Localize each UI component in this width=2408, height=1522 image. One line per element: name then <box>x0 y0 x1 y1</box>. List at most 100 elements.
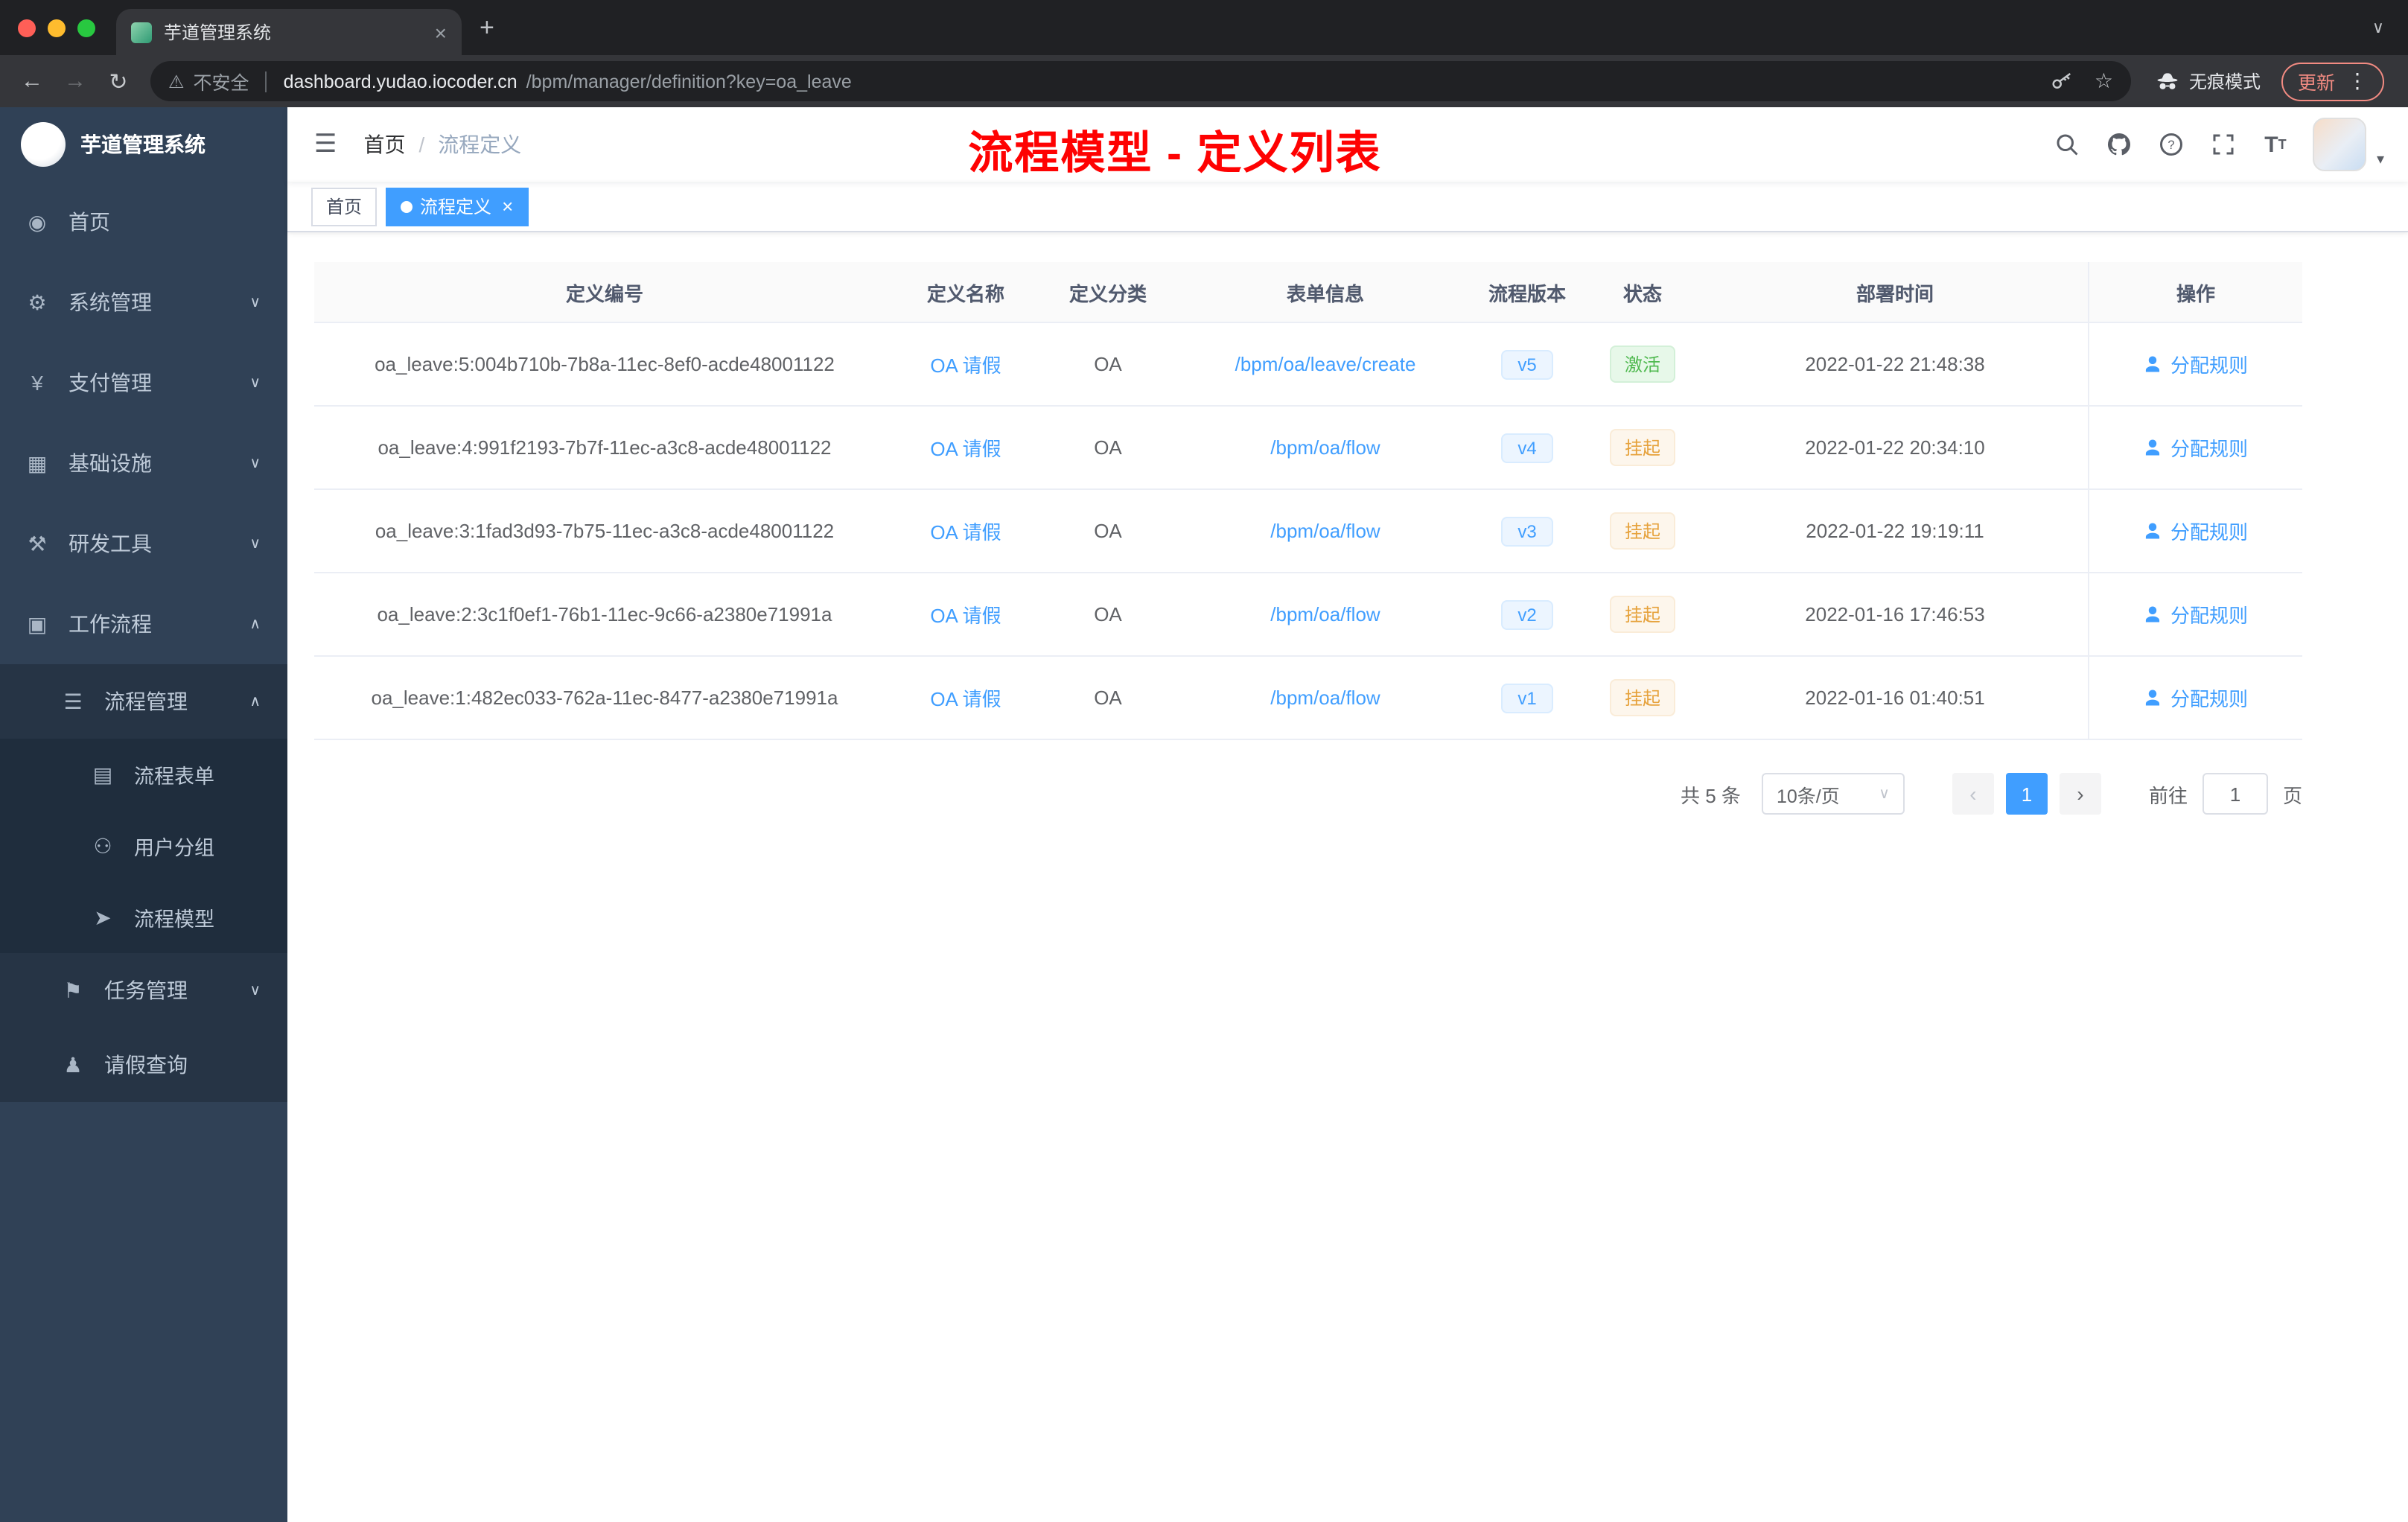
version-badge: v3 <box>1501 516 1553 546</box>
version-badge: v4 <box>1501 433 1553 462</box>
font-size-icon[interactable]: TT <box>2261 130 2290 159</box>
form-link[interactable]: /bpm/oa/flow <box>1270 603 1380 625</box>
cell-form-info: /bpm/oa/leave/create <box>1179 323 1471 405</box>
cell-actions: 分配规则 <box>2088 323 2302 405</box>
tag-1[interactable]: 流程定义 × <box>386 187 529 226</box>
user-icon <box>2146 439 2161 456</box>
assign-rule-link[interactable]: 分配规则 <box>2144 350 2248 378</box>
breadcrumb-home[interactable]: 首页 <box>364 130 406 159</box>
table-row: oa_leave:4:991f2193-7b7f-11ec-a3c8-acde4… <box>314 407 2302 490</box>
definition-name-link[interactable]: OA 请假 <box>930 517 1001 545</box>
search-icon[interactable] <box>2052 130 2082 159</box>
breadcrumb-current: 流程定义 <box>438 133 522 156</box>
chevron-down-icon: ∨ <box>249 375 261 391</box>
status-badge: 挂起 <box>1609 429 1675 466</box>
table-body: oa_leave:5:004b710b-7b8a-11ec-8ef0-acde4… <box>314 323 2302 739</box>
avatar-caret-icon[interactable]: ▾ <box>2377 152 2384 168</box>
sidebar-item-leave-query[interactable]: ♟ 请假查询 <box>0 1028 287 1102</box>
assign-rule-link[interactable]: 分配规则 <box>2144 433 2248 462</box>
sidebar-item-label: 研发工具 <box>69 532 152 555</box>
cell-form-info: /bpm/oa/flow <box>1179 573 1471 655</box>
bookmark-star-icon[interactable]: ☆ <box>2095 69 2113 94</box>
sidebar-item-process-form[interactable]: ▤ 流程表单 <box>0 739 287 810</box>
sidebar-item-process-manage[interactable]: ☰ 流程管理 ∧ <box>0 664 287 739</box>
update-button[interactable]: 更新 ⋮ <box>2281 62 2384 101</box>
cell-category: OA <box>1094 353 1122 375</box>
tag-label: 首页 <box>326 197 363 217</box>
window-controls <box>0 0 107 55</box>
prev-page-button[interactable]: ‹ <box>1952 773 1994 815</box>
tag-0[interactable]: 首页 <box>311 187 378 226</box>
navbar: ☰ 首页 / 流程定义 流程模型 - 定义列表 ? TT ▾ <box>287 107 2408 182</box>
back-button[interactable]: ← <box>12 69 52 94</box>
infra-icon: ▦ <box>27 450 48 474</box>
new-tab-button[interactable]: + <box>462 13 512 42</box>
definition-name-link[interactable]: OA 请假 <box>930 350 1001 378</box>
window-close-button[interactable] <box>18 19 36 36</box>
assign-rule-link[interactable]: 分配规则 <box>2144 684 2248 712</box>
window-minimize-button[interactable] <box>48 19 66 36</box>
security-label[interactable]: 不安全 <box>194 67 249 95</box>
definition-name-link[interactable]: OA 请假 <box>930 600 1001 628</box>
incognito-label: 无痕模式 <box>2188 71 2261 92</box>
tag-active-dot <box>401 200 413 212</box>
cell-status: 挂起 <box>1583 407 1702 488</box>
form-link[interactable]: /bpm/oa/flow <box>1270 520 1380 542</box>
cell-actions: 分配规则 <box>2088 407 2302 488</box>
next-page-button[interactable]: › <box>2059 773 2101 815</box>
forward-button[interactable]: → <box>55 69 95 94</box>
cell-status: 挂起 <box>1583 657 1702 739</box>
form-link[interactable]: /bpm/oa/leave/create <box>1235 353 1416 375</box>
sidebar: 芋道管理系统 ◉ 首页 ⚙ 系统管理 ∨ ¥ 支付管理 ∨ ▦ 基础设施 ∨ ⚒ 研发工具 ∨ ▣ 工作流程 ∧… <box>0 107 287 1522</box>
github-icon[interactable] <box>2104 130 2134 159</box>
tag-close-icon[interactable]: × <box>502 195 513 217</box>
sidebar-toggle-icon[interactable]: ☰ <box>296 130 355 159</box>
address-bar[interactable]: ⚠ 不安全 dashboard.yudao.iocoder.cn/bpm/man… <box>150 61 2131 101</box>
chevron-down-icon: ∨ <box>249 535 261 552</box>
sidebar-item-task-manage[interactable]: ⚑ 任务管理 ∨ <box>0 953 287 1028</box>
cell-definition-id: oa_leave:3:1fad3d93-7b75-11ec-a3c8-acde4… <box>375 520 835 542</box>
send-icon: ➤ <box>94 905 112 929</box>
cell-actions: 分配规则 <box>2088 490 2302 572</box>
sidebar-item-system[interactable]: ⚙ 系统管理 ∨ <box>0 262 287 343</box>
definition-name-link[interactable]: OA 请假 <box>930 684 1001 712</box>
cell-version: v5 <box>1471 323 1583 405</box>
sidebar-item-home[interactable]: ◉ 首页 <box>0 182 287 262</box>
tag-label: 流程定义 <box>420 197 492 217</box>
assign-rule-link[interactable]: 分配规则 <box>2144 600 2248 628</box>
reload-button[interactable]: ↻ <box>98 68 138 95</box>
sidebar-item-payment[interactable]: ¥ 支付管理 ∨ <box>0 343 287 423</box>
form-link[interactable]: /bpm/oa/flow <box>1270 436 1380 459</box>
assign-rule-link[interactable]: 分配规则 <box>2144 517 2248 545</box>
tab-close-icon[interactable]: × <box>435 20 447 44</box>
column-header: 操作 <box>2088 262 2302 322</box>
sidebar-item-user-group[interactable]: ⚇ 用户分组 <box>0 810 287 882</box>
sidebar-item-devtools[interactable]: ⚒ 研发工具 ∨ <box>0 503 287 584</box>
tab-search-chevron-icon[interactable]: ∨ <box>2348 18 2408 37</box>
cell-actions: 分配规则 <box>2088 657 2302 739</box>
goto-page-input[interactable] <box>2202 773 2268 815</box>
cell-version: v1 <box>1471 657 1583 739</box>
password-key-icon[interactable] <box>2051 70 2074 92</box>
fullscreen-icon[interactable] <box>2208 130 2238 159</box>
browser-tab[interactable]: 芋道管理系统 × <box>116 9 462 55</box>
dashboard-icon: ◉ <box>28 209 47 233</box>
column-header: 表单信息 <box>1286 282 1364 305</box>
sidebar-item-process-model[interactable]: ➤ 流程模型 <box>0 882 287 953</box>
definition-name-link[interactable]: OA 请假 <box>930 433 1001 462</box>
table-header-row: 定义编号 定义名称 定义分类 表单信息 流程版本 状态 部署时间 操作 <box>314 262 2302 323</box>
page-number-button[interactable]: 1 <box>2005 773 2048 815</box>
page-size-select[interactable]: 10条/页 ∨ <box>1761 773 1905 815</box>
browser-toolbar: ← → ↻ ⚠ 不安全 dashboard.yudao.iocoder.cn/b… <box>0 55 2408 107</box>
sidebar-item-label: 系统管理 <box>69 290 152 314</box>
form-link[interactable]: /bpm/oa/flow <box>1270 687 1380 709</box>
help-icon[interactable]: ? <box>2156 130 2186 159</box>
browser-menu-icon[interactable]: ⋮ <box>2347 69 2368 94</box>
window-zoom-button[interactable] <box>77 19 95 36</box>
cell-category: OA <box>1094 687 1122 709</box>
tools-icon: ⚒ <box>28 531 47 555</box>
sidebar-item-workflow[interactable]: ▣ 工作流程 ∧ <box>0 584 287 664</box>
sidebar-item-infrastructure[interactable]: ▦ 基础设施 ∨ <box>0 423 287 503</box>
gear-icon: ⚙ <box>28 290 47 313</box>
avatar[interactable] <box>2312 118 2366 171</box>
